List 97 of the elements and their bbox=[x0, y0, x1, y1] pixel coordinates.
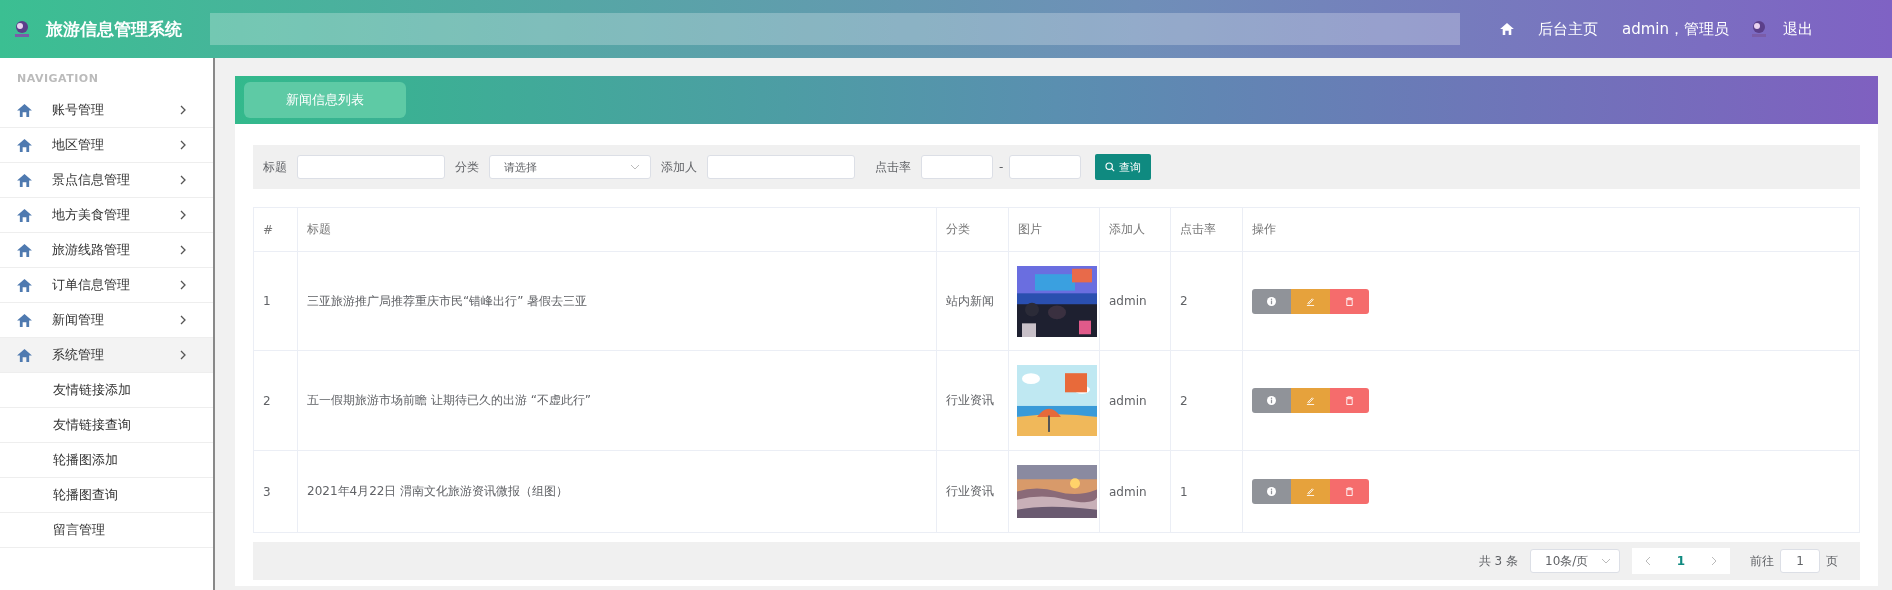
pencil-icon bbox=[1306, 396, 1315, 405]
search-icon bbox=[1105, 162, 1116, 172]
table-cell: 1 bbox=[253, 251, 298, 351]
trash-icon bbox=[1345, 296, 1354, 306]
table-cell: admin bbox=[1099, 450, 1171, 533]
sidebar-subitem[interactable]: 轮播图查询 bbox=[0, 478, 213, 513]
delete-button[interactable] bbox=[1330, 288, 1369, 314]
goto-label: 前往 bbox=[1750, 552, 1774, 570]
column-header: 图片 bbox=[1008, 207, 1100, 252]
next-page-icon[interactable] bbox=[1711, 556, 1718, 566]
sidebar-subitem[interactable]: 友情链接查询 bbox=[0, 408, 213, 443]
delete-button[interactable] bbox=[1330, 388, 1369, 413]
filter-label: 添加人 bbox=[661, 158, 697, 176]
sidebar-item[interactable]: 地方美食管理 bbox=[0, 198, 213, 233]
info-button[interactable] bbox=[1252, 388, 1291, 413]
info-icon bbox=[1267, 487, 1276, 496]
pencil-icon bbox=[1306, 296, 1315, 306]
table-cell: 2 bbox=[253, 350, 298, 451]
table-cell: admin bbox=[1099, 350, 1171, 451]
home-icon bbox=[17, 103, 32, 117]
range-separator: - bbox=[999, 160, 1004, 174]
page-input[interactable]: 1 bbox=[1780, 549, 1820, 573]
chevron-icon bbox=[180, 105, 186, 115]
title-input[interactable] bbox=[297, 155, 445, 179]
chevron-icon bbox=[180, 140, 186, 150]
edit-button[interactable] bbox=[1291, 288, 1330, 314]
sidebar-item[interactable]: 旅游线路管理 bbox=[0, 233, 213, 268]
search-button[interactable]: 查询 bbox=[1095, 154, 1152, 180]
chevron-icon bbox=[180, 350, 186, 360]
page-suffix: 页 bbox=[1826, 552, 1838, 570]
adder-input[interactable] bbox=[707, 155, 855, 179]
table-cell: 3 bbox=[253, 450, 298, 533]
chevron-icon bbox=[180, 280, 186, 290]
table-cell: 五一假期旅游市场前瞻 让期待已久的出游 “不虚此行” bbox=[297, 350, 937, 451]
nav-heading: NAVIGATION bbox=[16, 71, 100, 87]
chevron-icon bbox=[180, 175, 186, 185]
column-header: 分类 bbox=[936, 207, 1009, 252]
sidebar-item[interactable]: 系统管理 bbox=[0, 338, 213, 373]
table-cell: 2021年4月22日 渭南文化旅游资讯微报（组图） bbox=[297, 450, 937, 533]
home-icon bbox=[17, 138, 32, 152]
table-cell: 三亚旅游推广局推荐重庆市民“错峰出行” 暑假去三亚 bbox=[297, 251, 937, 351]
table-cell: admin bbox=[1099, 251, 1171, 351]
delete-button[interactable] bbox=[1330, 479, 1369, 504]
caret-icon bbox=[630, 164, 640, 170]
chevron-icon bbox=[180, 245, 186, 255]
filter-label: 标题 bbox=[263, 158, 287, 176]
avatar-icon[interactable] bbox=[1749, 19, 1769, 39]
column-header: 添加人 bbox=[1099, 207, 1171, 252]
caret-icon bbox=[1601, 558, 1611, 564]
sidebar-subitem[interactable]: 留言管理 bbox=[0, 513, 213, 548]
table-cell: 2 bbox=[1170, 350, 1243, 451]
page-number[interactable]: 1 bbox=[1676, 554, 1686, 568]
column-header: 点击率 bbox=[1170, 207, 1243, 252]
header-link[interactable]: admin，管理员 bbox=[1622, 19, 1729, 39]
sidebar-item[interactable]: 景点信息管理 bbox=[0, 163, 213, 198]
home-icon bbox=[17, 208, 32, 222]
column-header: # bbox=[253, 207, 298, 252]
app-title: 旅游信息管理系统 bbox=[46, 17, 182, 41]
page-size-select[interactable]: 10条/页 bbox=[1530, 549, 1620, 573]
header-link[interactable]: 退出 bbox=[1783, 19, 1813, 39]
table-cell: 站内新闻 bbox=[936, 251, 1009, 351]
home-icon bbox=[17, 173, 32, 187]
column-header: 标题 bbox=[297, 207, 937, 252]
home-icon bbox=[17, 243, 32, 257]
sidebar-subitem[interactable]: 轮播图添加 bbox=[0, 443, 213, 478]
home-icon bbox=[17, 313, 32, 327]
table-cell: 1 bbox=[1170, 450, 1243, 533]
header-link[interactable]: 后台主页 bbox=[1538, 19, 1598, 39]
info-icon bbox=[1267, 396, 1276, 405]
info-button[interactable] bbox=[1252, 288, 1291, 314]
info-icon bbox=[1267, 296, 1276, 306]
max-clicks-input[interactable] bbox=[1009, 155, 1082, 179]
chevron-icon bbox=[180, 315, 186, 325]
sidebar-subitem[interactable]: 友情链接添加 bbox=[0, 373, 213, 408]
category-select[interactable]: 请选择 bbox=[489, 155, 651, 179]
trash-icon bbox=[1345, 487, 1354, 496]
home-icon bbox=[17, 348, 32, 362]
home-icon[interactable] bbox=[1500, 23, 1514, 35]
sidebar-item[interactable]: 订单信息管理 bbox=[0, 268, 213, 303]
home-icon bbox=[17, 278, 32, 292]
table-cell: 行业资讯 bbox=[936, 350, 1009, 451]
trash-icon bbox=[1345, 396, 1354, 405]
column-header: 操作 bbox=[1242, 207, 1860, 252]
info-button[interactable] bbox=[1252, 479, 1291, 504]
previous-page-icon[interactable] bbox=[1644, 556, 1651, 566]
pencil-icon bbox=[1306, 487, 1315, 496]
logo-icon bbox=[12, 19, 32, 39]
chevron-icon bbox=[180, 210, 186, 220]
filter-label: 点击率 bbox=[875, 158, 911, 176]
table-cell: 2 bbox=[1170, 251, 1243, 351]
sidebar-item[interactable]: 地区管理 bbox=[0, 128, 213, 163]
filter-label: 分类 bbox=[455, 158, 479, 176]
min-clicks-input[interactable] bbox=[921, 155, 993, 179]
total-count: 共 3 条 bbox=[1478, 552, 1518, 570]
table-cell: 行业资讯 bbox=[936, 450, 1009, 533]
search-bar[interactable] bbox=[210, 13, 1460, 45]
sidebar-item[interactable]: 账号管理 bbox=[0, 93, 213, 128]
